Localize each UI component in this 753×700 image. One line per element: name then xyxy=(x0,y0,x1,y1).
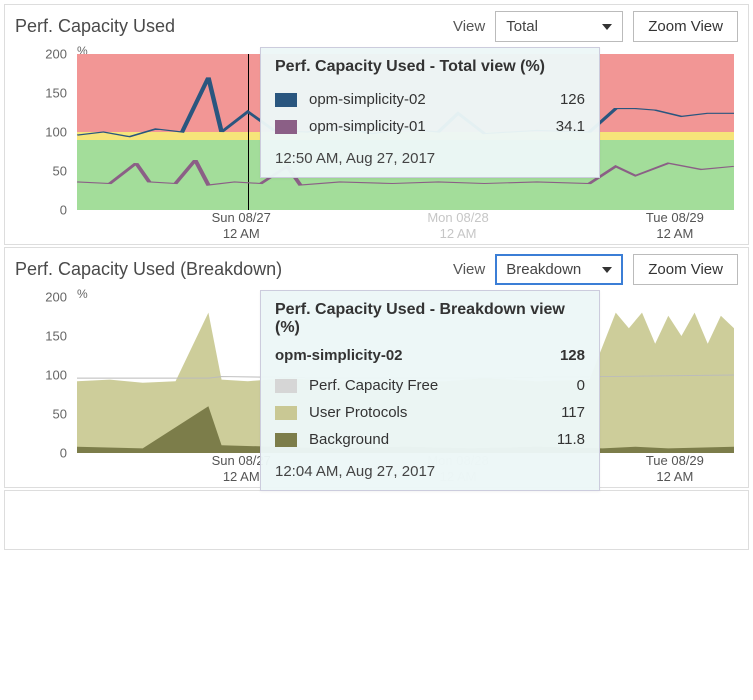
legend-swatch xyxy=(275,93,297,107)
y-tick: 0 xyxy=(60,203,67,218)
y-tick: 100 xyxy=(45,368,67,383)
panel-title: Perf. Capacity Used (Breakdown) xyxy=(15,259,443,280)
chevron-down-icon xyxy=(602,267,612,273)
x-axis: Sun 08/2712 AM Mon 08/2812 AM Tue 08/2912 … xyxy=(77,210,734,250)
tooltip-row: Perf. Capacity Free 0 xyxy=(275,372,585,399)
y-axis: 050100150200 xyxy=(15,291,71,453)
tooltip-title: Perf. Capacity Used - Total view (%) xyxy=(275,58,585,76)
chart-tooltip-total: Perf. Capacity Used - Total view (%) opm… xyxy=(260,47,600,178)
x-tick: Tue 08/2912 AM xyxy=(646,210,704,241)
tooltip-row-label: Perf. Capacity Free xyxy=(309,377,525,394)
y-tick: 150 xyxy=(45,86,67,101)
tooltip-row-value: 34.1 xyxy=(537,118,585,135)
tooltip-row-value: 126 xyxy=(537,91,585,108)
tooltip-row-label: opm-simplicity-02 xyxy=(309,91,525,108)
zoom-view-button[interactable]: Zoom View xyxy=(633,11,738,42)
y-tick: 200 xyxy=(45,47,67,62)
view-select-breakdown[interactable]: Breakdown xyxy=(495,254,623,285)
panel-header: Perf. Capacity Used (Breakdown) View Bre… xyxy=(15,254,738,285)
tooltip-row-value: 11.8 xyxy=(537,431,585,448)
tooltip-row-label: opm-simplicity-01 xyxy=(309,118,525,135)
tooltip-row: opm-simplicity-01 34.1 xyxy=(275,113,585,140)
y-tick: 50 xyxy=(53,407,67,422)
y-tick: 100 xyxy=(45,125,67,140)
view-label: View xyxy=(453,18,485,35)
y-tick: 150 xyxy=(45,329,67,344)
view-select-value: Breakdown xyxy=(506,261,581,278)
y-tick: 50 xyxy=(53,164,67,179)
panel-header: Perf. Capacity Used View Total Zoom View xyxy=(15,11,738,42)
tooltip-row: opm-simplicity-02 126 xyxy=(275,86,585,113)
tooltip-row: Background 11.8 xyxy=(275,426,585,453)
chart-tooltip-breakdown: Perf. Capacity Used - Breakdown view (%)… xyxy=(260,290,600,491)
tooltip-row-value: 0 xyxy=(537,377,585,394)
tooltip-node-row: opm-simplicity-02 128 xyxy=(275,347,585,364)
view-select-total[interactable]: Total xyxy=(495,11,623,42)
x-tick: Mon 08/2812 AM xyxy=(427,210,488,241)
x-tick: Sun 08/2712 AM xyxy=(212,210,271,241)
panel-title: Perf. Capacity Used xyxy=(15,16,443,37)
legend-swatch xyxy=(275,406,297,420)
view-select-value: Total xyxy=(506,18,538,35)
tooltip-timestamp: 12:50 AM, Aug 27, 2017 xyxy=(275,150,585,167)
tooltip-row: User Protocols 117 xyxy=(275,399,585,426)
chevron-down-icon xyxy=(602,24,612,30)
zoom-view-button[interactable]: Zoom View xyxy=(633,254,738,285)
x-tick: Tue 08/2912 AM xyxy=(646,453,704,484)
tooltip-row-value: 117 xyxy=(537,404,585,421)
legend-swatch xyxy=(275,433,297,447)
tooltip-node-value: 128 xyxy=(560,347,585,364)
y-tick: 0 xyxy=(60,446,67,461)
legend-swatch xyxy=(275,120,297,134)
panel-empty xyxy=(4,490,749,550)
legend-swatch xyxy=(275,379,297,393)
tooltip-node-name: opm-simplicity-02 xyxy=(275,347,403,364)
tooltip-title: Perf. Capacity Used - Breakdown view (%) xyxy=(275,301,585,337)
tooltip-row-label: User Protocols xyxy=(309,404,525,421)
y-axis: 050100150200 xyxy=(15,48,71,210)
panel-perf-capacity-total: Perf. Capacity Used View Total Zoom View… xyxy=(4,4,749,245)
tooltip-row-label: Background xyxy=(309,431,525,448)
panel-perf-capacity-breakdown: Perf. Capacity Used (Breakdown) View Bre… xyxy=(4,247,749,488)
tooltip-timestamp: 12:04 AM, Aug 27, 2017 xyxy=(275,463,585,480)
view-label: View xyxy=(453,261,485,278)
y-tick: 200 xyxy=(45,290,67,305)
